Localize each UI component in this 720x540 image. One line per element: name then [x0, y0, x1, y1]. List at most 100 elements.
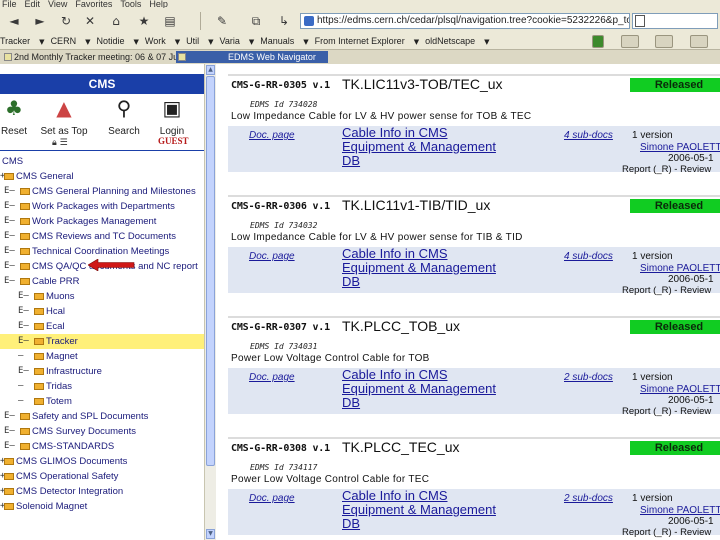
tree-connector[interactable]: E—: [4, 424, 15, 439]
tree-connector[interactable]: E—: [4, 214, 15, 229]
tree-node-label[interactable]: Safety and SPL Documents: [32, 409, 148, 424]
tree-node-label[interactable]: Tridas: [46, 379, 72, 394]
tree-node[interactable]: + Solenoid Magnet: [0, 499, 204, 514]
document-name[interactable]: TK.LIC11v3-TOB/TEC_ux: [342, 76, 503, 92]
scroll-down-icon[interactable]: ▼: [206, 529, 215, 539]
bookmark-icon[interactable]: ★: [134, 11, 154, 31]
doc-page-link[interactable]: Doc. page: [249, 251, 295, 262]
home-icon[interactable]: ⌂: [106, 11, 126, 31]
equipment-db-link[interactable]: Cable Info in CMS Equipment & Management…: [342, 368, 502, 410]
login-button[interactable]: ▣ Login: [152, 94, 192, 137]
document-name[interactable]: TK.PLCC_TOB_ux: [342, 318, 460, 334]
menu-item[interactable]: Favorites: [75, 0, 112, 8]
document-name[interactable]: TK.PLCC_TEC_ux: [342, 439, 459, 455]
tree-node[interactable]: E— Work Packages with Departments: [0, 199, 204, 214]
tree-connector[interactable]: E—: [18, 289, 29, 304]
tree-connector[interactable]: E—: [18, 364, 29, 379]
tree-node-label[interactable]: CMS-STANDARDS: [32, 439, 114, 454]
tree-connector[interactable]: E—: [18, 304, 29, 319]
author-link[interactable]: Simone PAOLETTI: [640, 505, 720, 516]
bookmark-folder[interactable]: oldNetscape: [425, 36, 475, 46]
tab-tracker-meeting[interactable]: 2nd Monthly Tracker meeting: 06 & 07 Jun…: [2, 51, 198, 63]
equipment-db-link[interactable]: Cable Info in CMS Equipment & Management…: [342, 126, 502, 168]
tree-node-label[interactable]: Solenoid Magnet: [16, 499, 87, 514]
tree-node[interactable]: E— Ecal: [0, 319, 204, 334]
tree-node-label[interactable]: CMS General: [16, 169, 74, 184]
tree-node[interactable]: + CMS Detector Integration: [0, 484, 204, 499]
bookmark-folder[interactable]: Manuals: [260, 36, 294, 46]
tree-node[interactable]: E— Work Packages Management: [0, 214, 204, 229]
stop-icon[interactable]: ✕: [80, 11, 100, 31]
tree-node[interactable]: — Totem: [0, 394, 204, 409]
tree-node[interactable]: + CMS General: [0, 169, 204, 184]
menu-item[interactable]: View: [48, 0, 67, 8]
tree-node[interactable]: + CMS Operational Safety: [0, 469, 204, 484]
tree-node[interactable]: E— Cable PRR: [0, 274, 204, 289]
extension-icon[interactable]: [690, 35, 708, 48]
back-icon[interactable]: ◄: [4, 11, 24, 31]
scroll-thumb[interactable]: [206, 76, 215, 466]
equipment-db-link[interactable]: Cable Info in CMS Equipment & Management…: [342, 489, 502, 531]
left-scrollbar[interactable]: ▲ ▼: [204, 64, 216, 540]
bookmark-folder[interactable]: Notidie: [96, 36, 124, 46]
bookmark-folder[interactable]: CERN: [51, 36, 77, 46]
tree-node-label[interactable]: Tracker: [46, 334, 78, 349]
tree-node[interactable]: E— Infrastructure: [0, 364, 204, 379]
tree-node[interactable]: — Magnet: [0, 349, 204, 364]
doc-page-link[interactable]: Doc. page: [249, 130, 295, 141]
forward-icon[interactable]: ►: [30, 11, 50, 31]
equipment-db-link[interactable]: Cable Info in CMS Equipment & Management…: [342, 247, 502, 289]
tree-node-label[interactable]: Totem: [46, 394, 72, 409]
print-icon[interactable]: ▤: [160, 11, 180, 31]
author-link[interactable]: Simone PAOLETTI: [640, 263, 720, 274]
tree-node[interactable]: E— Muons: [0, 289, 204, 304]
tree-connector[interactable]: E—: [4, 259, 15, 274]
menu-item[interactable]: Help: [149, 0, 168, 8]
tree-node[interactable]: CMS: [0, 154, 204, 169]
tree-node-label[interactable]: CMS Operational Safety: [16, 469, 118, 484]
weather-icon[interactable]: [620, 35, 639, 48]
menu-item[interactable]: Tools: [120, 0, 141, 8]
tree-connector[interactable]: —: [18, 394, 23, 409]
tree-node[interactable]: E— CMS Survey Documents: [0, 424, 204, 439]
tree-node[interactable]: E— Hcal: [0, 304, 204, 319]
tree-connector[interactable]: E—: [4, 244, 15, 259]
weather-icon-2[interactable]: [655, 35, 674, 48]
tree-connector[interactable]: E—: [4, 229, 15, 244]
bookmark-folder[interactable]: Work: [145, 36, 166, 46]
bookmark-folder[interactable]: From Internet Explorer: [315, 36, 405, 46]
tree-node-label[interactable]: Hcal: [46, 304, 65, 319]
tree-connector[interactable]: —: [18, 379, 23, 394]
tree-connector[interactable]: E—: [4, 409, 15, 424]
tree-connector[interactable]: —: [18, 349, 23, 364]
tree-node[interactable]: E— Technical Coordination Meetings: [0, 244, 204, 259]
tree-node-label[interactable]: Technical Coordination Meetings: [32, 244, 169, 259]
tree-node-label[interactable]: CMS: [2, 154, 23, 169]
sub-docs-link[interactable]: 2 sub-docs: [564, 372, 613, 383]
menu-item[interactable]: Edit: [25, 0, 41, 8]
tree-node-label[interactable]: CMS General Planning and Milestones: [32, 184, 196, 199]
tree-node[interactable]: E— CMS Reviews and TC Documents: [0, 229, 204, 244]
address-bar[interactable]: https://edms.cern.ch/cedar/plsql/navigat…: [300, 13, 630, 29]
tree-node-label[interactable]: Ecal: [46, 319, 64, 334]
tree-node-label[interactable]: CMS Detector Integration: [16, 484, 123, 499]
tree-node-label[interactable]: CMS Reviews and TC Documents: [32, 229, 176, 244]
scroll-up-icon[interactable]: ▲: [206, 65, 215, 75]
menu-item[interactable]: File: [2, 0, 17, 8]
sub-docs-link[interactable]: 4 sub-docs: [564, 130, 613, 141]
document-name[interactable]: TK.LIC11v1-TIB/TID_ux: [342, 197, 490, 213]
bookmark-folder[interactable]: Tracker: [0, 36, 30, 46]
reload-icon[interactable]: ↻: [56, 11, 76, 31]
set-as-top-button[interactable]: ▲ Set as Top: [34, 94, 94, 137]
tree-node[interactable]: E— CMS-STANDARDS: [0, 439, 204, 454]
tree-connector[interactable]: E—: [4, 274, 15, 289]
edit-icon[interactable]: ✎: [212, 11, 232, 31]
reset-button[interactable]: ♣ Reset: [0, 94, 34, 137]
go-icon[interactable]: ↳: [274, 11, 294, 31]
tree-node-label[interactable]: Magnet: [46, 349, 78, 364]
tree-node[interactable]: E— Tracker: [0, 334, 204, 349]
doc-page-link[interactable]: Doc. page: [249, 493, 295, 504]
search-input[interactable]: [632, 13, 718, 29]
bookmark-folder[interactable]: Varia: [220, 36, 240, 46]
tree-node-label[interactable]: CMS GLIMOS Documents: [16, 454, 127, 469]
